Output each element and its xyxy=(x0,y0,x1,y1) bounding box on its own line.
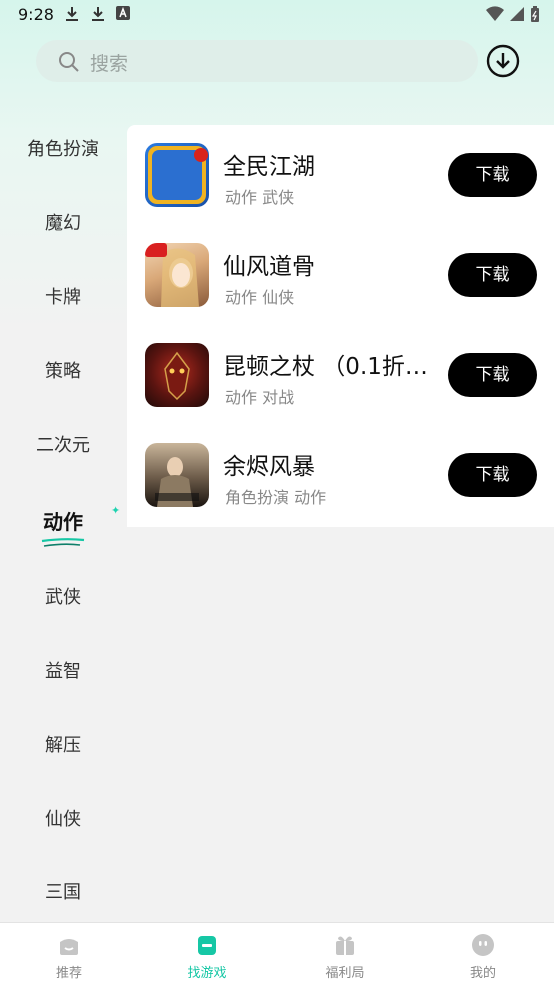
status-bar: 9:28 xyxy=(0,0,554,30)
download-button[interactable]: 下载 xyxy=(448,253,537,297)
game-icon-quanmin xyxy=(145,143,209,207)
app-notification-icon xyxy=(116,6,130,20)
nav-tab-mine[interactable]: 我的 xyxy=(414,923,552,985)
download-notification-icon xyxy=(66,7,78,21)
nav-label: 我的 xyxy=(469,966,496,981)
nav-label: 福利局 xyxy=(325,966,365,981)
search-icon xyxy=(59,52,79,72)
nav-tab-find-games[interactable]: 找游戏 xyxy=(138,923,276,985)
game-tags: 动作 武侠 xyxy=(225,188,295,207)
category-fantasy[interactable]: 魔幻 xyxy=(0,209,126,235)
active-underline-icon xyxy=(41,538,85,547)
category-action[interactable]: 动作 xyxy=(0,506,126,535)
nav-tab-recommend[interactable]: 推荐 xyxy=(0,923,138,985)
system-status-icons xyxy=(486,6,540,22)
category-card[interactable]: 卡牌 xyxy=(0,283,126,309)
status-time: 9:28 xyxy=(18,5,54,24)
notification-icons xyxy=(64,6,130,22)
box-icon xyxy=(198,936,216,955)
game-row[interactable]: 仙风道骨 动作 仙侠 下载 xyxy=(127,225,554,325)
game-name: 仙风道骨 xyxy=(223,254,315,280)
nav-tab-welfare[interactable]: 福利局 xyxy=(276,923,414,985)
game-tags: 动作 仙侠 xyxy=(225,288,295,307)
game-name: 余烬风暴 xyxy=(223,454,315,480)
game-row[interactable]: 昆顿之杖 （0.1折高… 动作 对战 下载 xyxy=(127,325,554,425)
nav-label: 找游戏 xyxy=(187,966,227,981)
category-relax[interactable]: 解压 xyxy=(0,731,126,757)
game-tags: 角色扮演 动作 xyxy=(225,488,327,507)
game-row[interactable]: 全民江湖 动作 武侠 下载 xyxy=(127,125,554,225)
game-row[interactable]: 余烬风暴 角色扮演 动作 下载 xyxy=(127,425,554,525)
download-button[interactable]: 下载 xyxy=(448,453,537,497)
category-anime[interactable]: 二次元 xyxy=(0,431,126,457)
game-tags: 动作 对战 xyxy=(225,388,295,407)
category-xianxia[interactable]: 仙侠 xyxy=(0,805,126,831)
game-list: 全民江湖 动作 武侠 下载 仙风道骨 动作 仙侠 下载 昆顿之杖 （0.1折高…… xyxy=(127,125,554,527)
battery-icon xyxy=(531,6,539,22)
download-manager-icon[interactable] xyxy=(486,44,520,78)
category-three-kingdoms[interactable]: 三国 xyxy=(0,878,126,904)
game-name: 昆顿之杖 （0.1折高… xyxy=(223,354,448,380)
wifi-icon xyxy=(486,6,504,22)
gift-icon xyxy=(336,936,354,955)
game-name: 全民江湖 xyxy=(223,154,315,180)
search-placeholder: 搜索 xyxy=(90,53,129,75)
download-button[interactable]: 下载 xyxy=(448,153,537,197)
download-button[interactable]: 下载 xyxy=(448,353,537,397)
active-sparkle-icon: ✦ xyxy=(111,504,121,517)
category-wuxia[interactable]: 武侠 xyxy=(0,583,126,609)
game-icon-kundun xyxy=(145,343,209,407)
face-icon xyxy=(472,934,494,956)
category-puzzle[interactable]: 益智 xyxy=(0,657,126,683)
home-icon xyxy=(60,939,78,955)
category-roleplay[interactable]: 角色扮演 xyxy=(0,135,126,161)
download-notification-icon xyxy=(92,7,104,21)
bottom-navigation: 推荐 找游戏 福利局 我的 xyxy=(0,922,554,985)
signal-icon xyxy=(510,7,524,21)
category-strategy[interactable]: 策略 xyxy=(0,357,126,383)
search-bar[interactable]: 搜索 xyxy=(36,40,478,82)
nav-label: 推荐 xyxy=(55,966,82,981)
game-icon-yujin xyxy=(145,443,209,507)
game-icon-xianfeng xyxy=(145,243,209,307)
